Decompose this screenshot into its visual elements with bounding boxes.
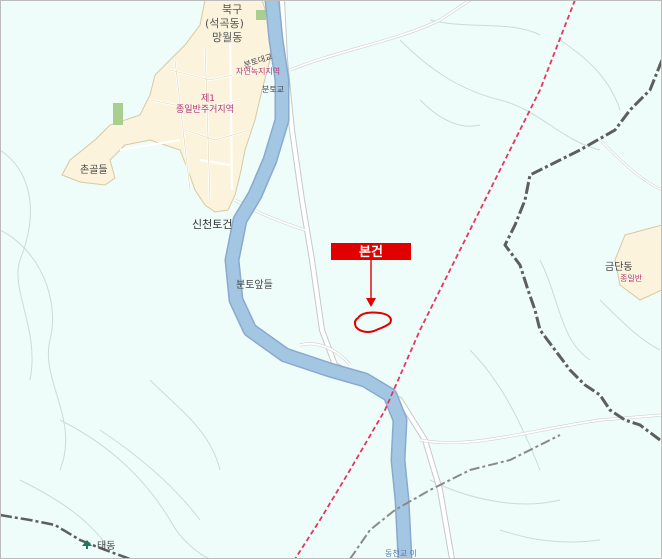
label-bukgu: 북구 [222, 3, 242, 16]
green-parcel-2 [256, 10, 266, 20]
label-jiku-top: 자연녹지지역 [236, 66, 280, 76]
label-sincheon-togeon: 신천토건 [192, 217, 232, 231]
marker-label: 본건 [359, 244, 383, 260]
green-parcel [113, 103, 123, 125]
label-jeil-jugeo: 종일반주거지역 [176, 104, 234, 115]
label-je1: 제1 [201, 93, 215, 104]
label-buntoapdeul: 분토앞들 [236, 279, 273, 291]
label-jongil-right: 종일반 [620, 274, 643, 283]
map-view[interactable]: 본건 북구 (석곡동) 망월동 분토대교 자연녹지지역 분토교 제1 종일반주거… [0, 0, 662, 559]
label-chongoldeul: 촌골들 [80, 164, 108, 176]
label-bottom: 동천교 이 [385, 548, 417, 558]
label-seokgokdong: (석곡동) [205, 17, 244, 30]
label-taedong: 태동 [97, 540, 115, 552]
map-background [0, 0, 662, 559]
label-mangwoldong: 망월동 [212, 31, 242, 44]
label-buntogyo: 분토교 [262, 85, 284, 94]
label-geumdandong: 금단동 [605, 261, 633, 273]
